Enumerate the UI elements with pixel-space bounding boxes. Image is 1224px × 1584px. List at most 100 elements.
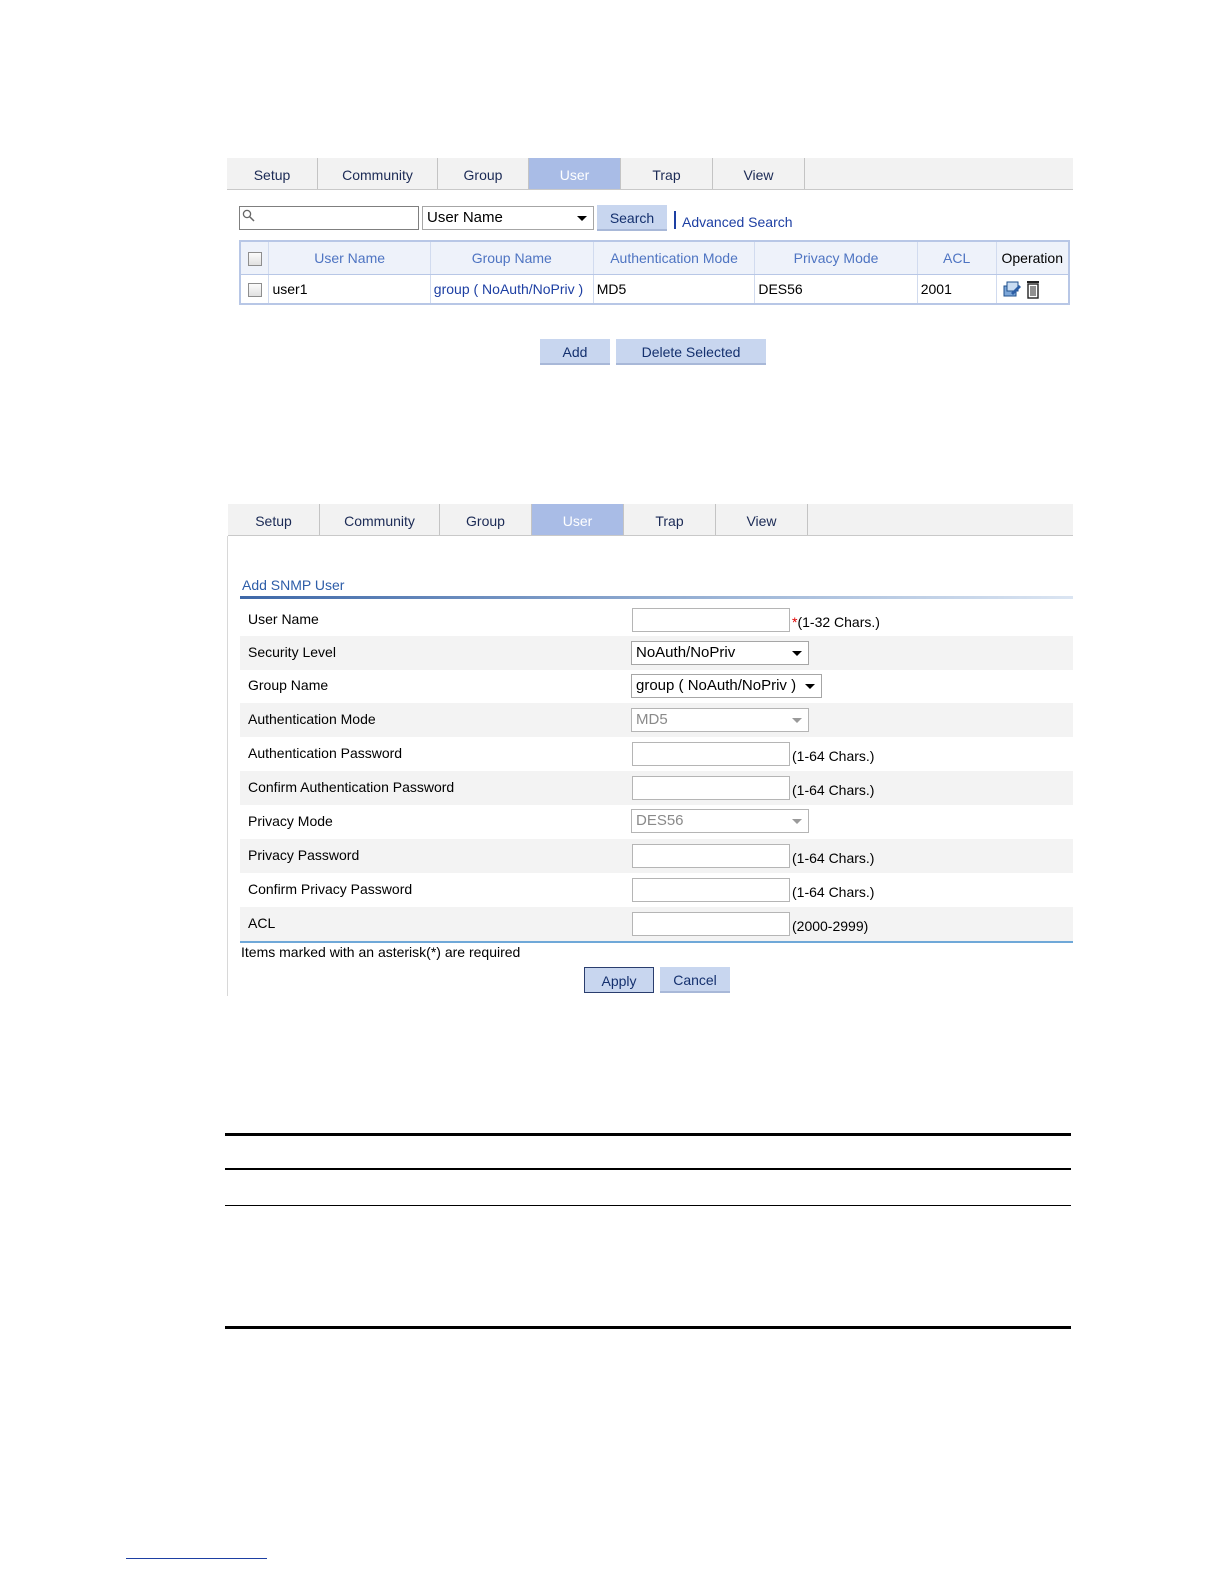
- confirm-privacy-password-hint: (1-64 Chars.): [792, 884, 875, 900]
- acl-hint: (2000-2999): [792, 918, 869, 934]
- footnote-rule: [126, 1558, 267, 1559]
- form-left-border: [227, 536, 228, 996]
- label-confirm-privacy-password: Confirm Privacy Password: [248, 881, 413, 897]
- auth-password-hint: (1-64 Chars.): [792, 748, 875, 764]
- tab-trap[interactable]: Trap: [621, 158, 713, 189]
- cell-acl: 2001: [917, 274, 997, 304]
- user-name-hint: *(1-32 Chars.): [792, 614, 880, 630]
- add-button[interactable]: Add: [540, 339, 610, 365]
- row-confirm-auth-password: Confirm Authentication Password (1-64 Ch…: [240, 771, 1073, 805]
- label-acl: ACL: [248, 915, 276, 931]
- cell-privacy-mode: DES56: [754, 274, 918, 304]
- confirm-auth-password-input[interactable]: [632, 776, 790, 800]
- column-header-privacy-mode[interactable]: Privacy Mode: [754, 241, 918, 275]
- label-user-name: User Name: [248, 611, 319, 627]
- edit-icon[interactable]: [1002, 279, 1022, 299]
- delete-icon[interactable]: [1025, 279, 1041, 299]
- search-field-value: User Name: [427, 209, 503, 226]
- security-level-select[interactable]: NoAuth/NoPriv: [631, 641, 809, 665]
- auth-password-input[interactable]: [632, 742, 790, 766]
- delete-selected-button[interactable]: Delete Selected: [616, 339, 766, 365]
- label-group-name: Group Name: [248, 677, 329, 693]
- row-select-cell: [240, 274, 270, 304]
- required-note: Items marked with an asterisk(*) are req…: [241, 944, 521, 960]
- tab-community[interactable]: Community: [320, 504, 440, 535]
- search-field-select[interactable]: User Name: [422, 206, 594, 230]
- tab-trap[interactable]: Trap: [624, 504, 716, 535]
- column-header-auth-mode[interactable]: Authentication Mode: [593, 241, 756, 275]
- tab-user[interactable]: User: [529, 158, 621, 189]
- auth-mode-value: MD5: [636, 711, 668, 728]
- tab-view[interactable]: View: [713, 158, 805, 189]
- tab-setup[interactable]: Setup: [228, 504, 320, 535]
- cancel-button[interactable]: Cancel: [660, 967, 730, 993]
- form-bottom-rule: [240, 941, 1073, 943]
- row-checkbox[interactable]: [247, 283, 262, 298]
- confirm-auth-password-hint: (1-64 Chars.): [792, 782, 875, 798]
- column-header-operation: Operation: [996, 241, 1070, 275]
- user-table: User Name Group Name Authentication Mode…: [239, 240, 1070, 305]
- user-name-input[interactable]: [632, 608, 790, 632]
- row-privacy-mode: Privacy Mode DES56: [240, 805, 1073, 839]
- label-privacy-password: Privacy Password: [248, 847, 360, 863]
- tab-view[interactable]: View: [716, 504, 808, 535]
- chevron-down-icon: [792, 651, 802, 656]
- row-user-name: User Name *(1-32 Chars.): [240, 603, 1073, 637]
- column-header-acl[interactable]: ACL: [917, 241, 997, 275]
- row-acl: ACL (2000-2999): [240, 907, 1073, 941]
- row-security-level: Security Level NoAuth/NoPriv: [240, 636, 1073, 670]
- row-privacy-password: Privacy Password (1-64 Chars.): [240, 839, 1073, 873]
- tab-bar-list: Setup Community Group User Trap View: [227, 158, 1073, 190]
- chevron-down-icon: [792, 819, 802, 824]
- row-group-name: Group Name group ( NoAuth/NoPriv ): [240, 669, 1073, 703]
- search-button[interactable]: Search: [597, 205, 667, 231]
- tab-community[interactable]: Community: [318, 158, 438, 189]
- row-auth-password: Authentication Password (1-64 Chars.): [240, 737, 1073, 771]
- search-icon: [242, 209, 255, 222]
- select-all-checkbox[interactable]: [247, 252, 262, 267]
- privacy-password-hint: (1-64 Chars.): [792, 850, 875, 866]
- acl-input[interactable]: [632, 912, 790, 936]
- form-title: Add SNMP User: [242, 577, 345, 593]
- row-auth-mode: Authentication Mode MD5: [240, 703, 1073, 737]
- table-row-rule: [225, 1205, 1071, 1206]
- group-name-value: group ( NoAuth/NoPriv ): [636, 677, 797, 694]
- column-header-user-name[interactable]: User Name: [268, 241, 431, 275]
- tab-group[interactable]: Group: [440, 504, 532, 535]
- user-name-hint-text: (1-32 Chars.): [797, 614, 880, 630]
- apply-button[interactable]: Apply: [584, 967, 654, 993]
- row-confirm-privacy-password: Confirm Privacy Password (1-64 Chars.): [240, 873, 1073, 907]
- select-all-cell: [240, 241, 270, 275]
- cell-group-name-link[interactable]: group ( NoAuth/NoPriv ): [430, 274, 594, 304]
- privacy-mode-value: DES56: [636, 812, 684, 829]
- cell-operation: [996, 274, 1070, 304]
- chevron-down-icon: [577, 216, 587, 221]
- tab-bar-form: Setup Community Group User Trap View: [228, 504, 1073, 536]
- chevron-down-icon: [792, 718, 802, 723]
- column-header-group-name[interactable]: Group Name: [430, 241, 594, 275]
- tab-group[interactable]: Group: [438, 158, 529, 189]
- confirm-privacy-password-input[interactable]: [632, 878, 790, 902]
- security-level-value: NoAuth/NoPriv: [636, 644, 736, 661]
- table-header-rule: [225, 1168, 1071, 1170]
- label-confirm-auth-password: Confirm Authentication Password: [248, 779, 455, 795]
- label-auth-password: Authentication Password: [248, 745, 403, 761]
- label-auth-mode: Authentication Mode: [248, 711, 376, 727]
- separator: [674, 211, 676, 229]
- advanced-search-link[interactable]: Advanced Search: [682, 214, 793, 230]
- privacy-mode-select: DES56: [631, 809, 809, 833]
- tab-setup[interactable]: Setup: [227, 158, 318, 189]
- group-name-select[interactable]: group ( NoAuth/NoPriv ): [631, 674, 822, 698]
- table-header-row: User Name Group Name Authentication Mode…: [240, 241, 1070, 275]
- privacy-password-input[interactable]: [632, 844, 790, 868]
- table-bottom-rule: [225, 1326, 1071, 1329]
- search-input[interactable]: [239, 206, 419, 230]
- cell-auth-mode: MD5: [593, 274, 756, 304]
- label-privacy-mode: Privacy Mode: [248, 813, 333, 829]
- auth-mode-select: MD5: [631, 708, 809, 732]
- tab-user[interactable]: User: [532, 504, 624, 535]
- table-row: user1 group ( NoAuth/NoPriv ) MD5 DES56 …: [240, 274, 1070, 304]
- chevron-down-icon: [805, 684, 815, 689]
- cell-user-name: user1: [268, 274, 431, 304]
- label-security-level: Security Level: [248, 644, 336, 660]
